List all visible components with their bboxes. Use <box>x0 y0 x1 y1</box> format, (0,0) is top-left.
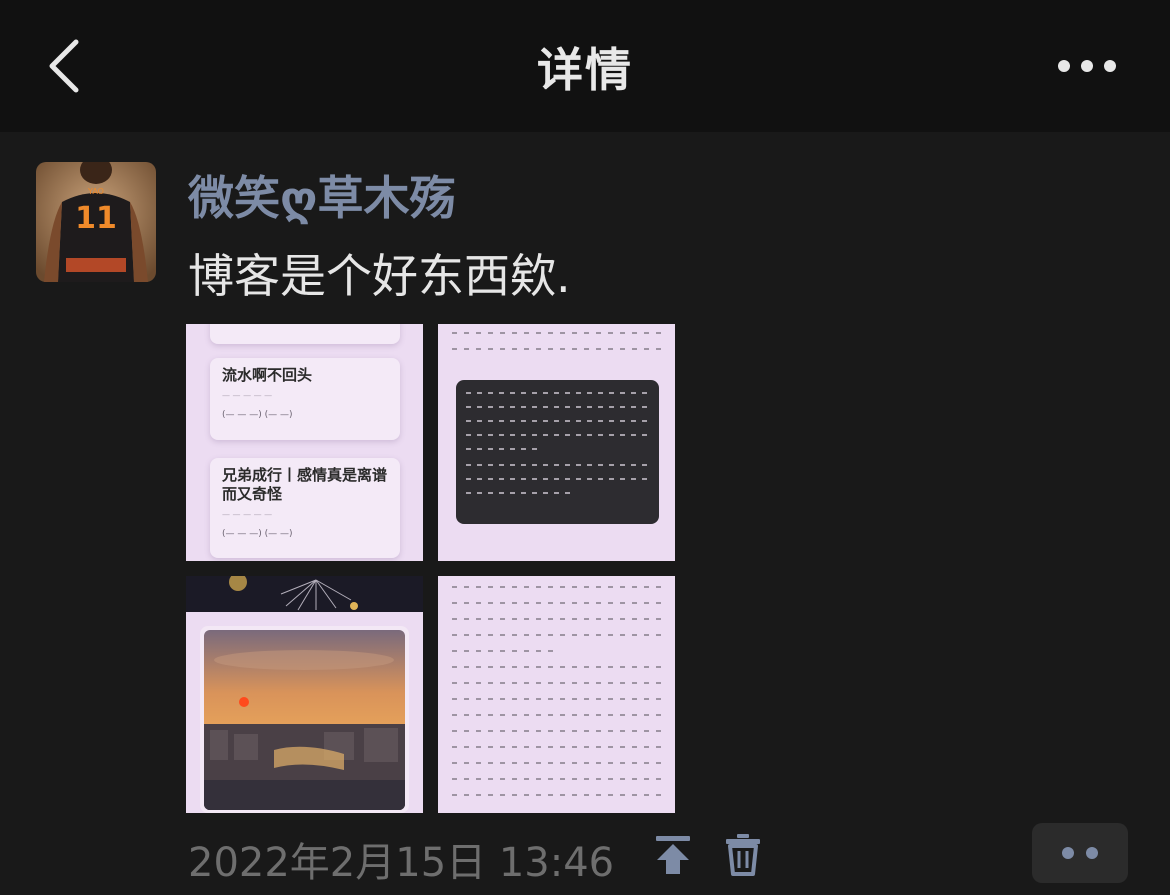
list-card-title: 兄弟成行丨感情真是离谱而又奇怪 <box>222 466 388 503</box>
list-card-partial <box>210 324 400 344</box>
delete-button[interactable] <box>724 832 762 876</box>
avatar-image: 11 YAO <box>36 162 156 282</box>
trash-icon <box>726 834 760 876</box>
image-thumbnail-3[interactable] <box>186 576 423 813</box>
list-card: 兄弟成行丨感情真是离谱而又奇怪 — — — — — (— — —) (— —) <box>210 458 400 558</box>
fireworks-strip <box>186 576 423 612</box>
pin-to-top-icon <box>656 836 690 874</box>
sunset-photo-frame <box>200 626 409 813</box>
sunset-photo <box>204 630 405 810</box>
list-card-tags: (— — —) (— —) <box>222 529 293 539</box>
post-timestamp: 2022年2月15日 13:46 <box>188 840 615 886</box>
list-card-meta: — — — — — <box>222 510 273 519</box>
post-text: 博客是个好东西欸. <box>188 249 571 303</box>
more-horizontal-icon <box>1058 60 1116 72</box>
pin-to-top-button[interactable] <box>654 834 692 876</box>
dark-quote-card <box>456 380 659 524</box>
more-button[interactable] <box>1050 46 1124 86</box>
image-thumbnail-2[interactable] <box>438 324 675 561</box>
list-card-meta: — — — — — <box>222 391 273 400</box>
list-card-title: 流水啊不回头 <box>222 366 313 384</box>
text-block <box>452 332 661 364</box>
image-thumbnail-1[interactable]: 流水啊不回头 — — — — — (— — —) (— —) 兄弟成行丨感情真是… <box>186 324 423 561</box>
two-dots-icon <box>1062 847 1098 859</box>
navigation-bar: 详情 <box>0 0 1170 132</box>
comment-like-button[interactable] <box>1032 823 1128 883</box>
handwritten-text-block <box>452 586 661 810</box>
image-thumbnail-4[interactable] <box>438 576 675 813</box>
svg-text:YAO: YAO <box>87 187 104 196</box>
avatar[interactable]: 11 YAO <box>36 162 156 282</box>
list-card-tags: (— — —) (— —) <box>222 410 293 420</box>
username[interactable]: 微笑ღ草木殇 <box>188 162 455 228</box>
svg-text:11: 11 <box>75 201 117 236</box>
page-title: 详情 <box>537 43 633 97</box>
list-card: 流水啊不回头 — — — — — (— — —) (— —) <box>210 358 400 440</box>
